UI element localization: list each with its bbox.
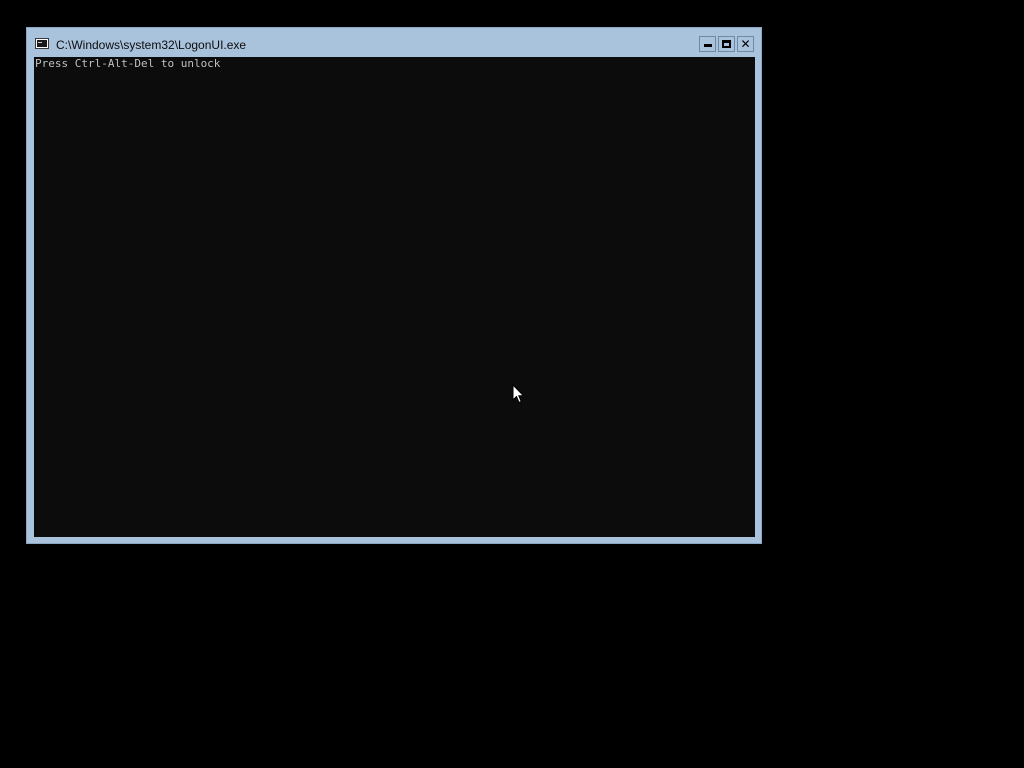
maximize-button[interactable] xyxy=(718,36,735,52)
caption-buttons: ✕ xyxy=(699,36,754,52)
desktop: C:\Windows\system32\LogonUI.exe ✕ Press … xyxy=(0,0,1024,768)
title-bar[interactable]: C:\Windows\system32\LogonUI.exe ✕ xyxy=(27,28,761,57)
minimize-button[interactable] xyxy=(699,36,716,52)
maximize-icon xyxy=(722,40,731,48)
mouse-pointer-icon xyxy=(512,384,524,404)
console-line: Press Ctrl-Alt-Del to unlock xyxy=(35,57,221,70)
console-app-icon[interactable] xyxy=(35,38,49,49)
close-icon: ✕ xyxy=(740,37,751,51)
window-title: C:\Windows\system32\LogonUI.exe xyxy=(56,38,247,52)
close-button[interactable]: ✕ xyxy=(737,36,754,52)
console-window[interactable]: C:\Windows\system32\LogonUI.exe ✕ Press … xyxy=(26,27,762,544)
console-output[interactable]: Press Ctrl-Alt-Del to unlock xyxy=(34,57,755,537)
minimize-icon xyxy=(704,44,712,47)
